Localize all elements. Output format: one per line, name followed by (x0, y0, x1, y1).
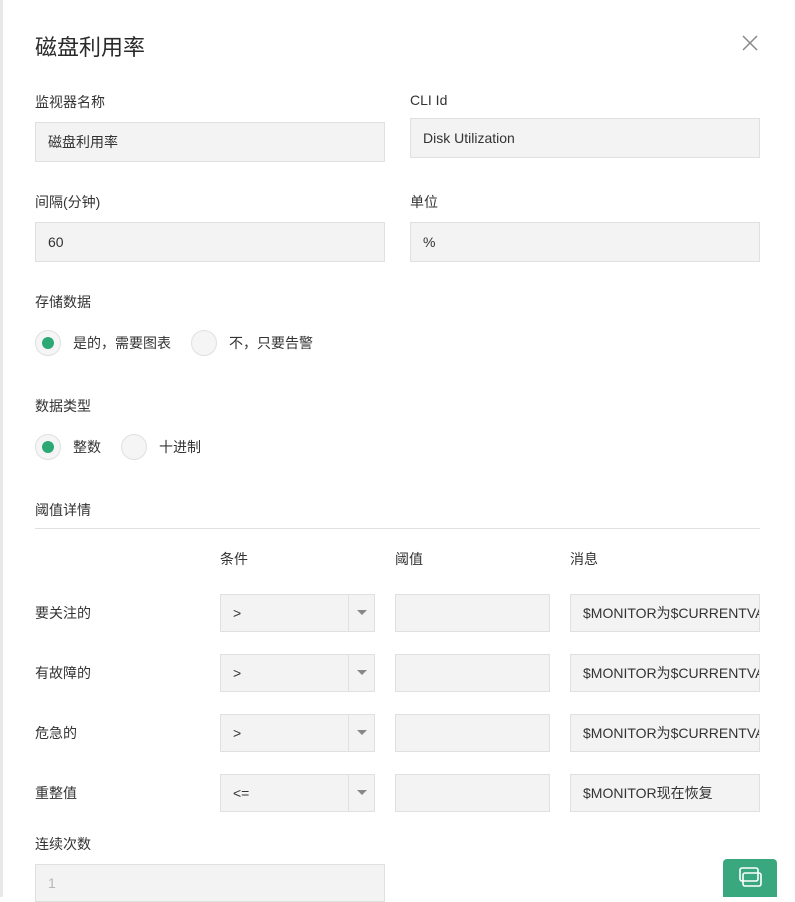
monitor-name-label: 监视器名称 (35, 92, 385, 112)
radio-icon (191, 330, 217, 356)
unit-label: 单位 (410, 192, 760, 212)
close-button[interactable] (740, 33, 760, 53)
threshold-header-message: 消息 (570, 551, 598, 567)
store-data-no-label: 不，只要告警 (229, 333, 313, 353)
consecutive-label: 连续次数 (35, 834, 760, 854)
chevron-down-icon (348, 655, 374, 691)
threshold-rearm-message-input[interactable]: $MONITOR现在恢复 (570, 774, 760, 812)
threshold-rearm-label: 重整值 (35, 783, 220, 803)
store-data-label: 存储数据 (35, 292, 760, 312)
chevron-down-icon (348, 595, 374, 631)
data-type-option-integer[interactable]: 整数 (35, 434, 101, 460)
row-interval-unit: 间隔(分钟) 60 单位 % (35, 192, 760, 262)
threshold-row-critical: 危急的 > $MONITOR为$CURRENTVALUE (35, 714, 760, 752)
cli-id-value: Disk Utilization (423, 130, 515, 146)
radio-icon (35, 330, 61, 356)
chevron-down-icon (348, 715, 374, 751)
radio-icon (35, 434, 61, 460)
select-value: > (221, 665, 348, 681)
store-data-radio-group: 是的，需要图表 不，只要告警 (35, 330, 760, 356)
select-value: > (221, 605, 348, 621)
threshold-trouble-label: 有故障的 (35, 663, 220, 683)
threshold-critical-value-input[interactable] (395, 714, 550, 752)
threshold-critical-message-input[interactable]: $MONITOR为$CURRENTVALUE (570, 714, 760, 752)
threshold-header-condition: 条件 (220, 551, 248, 567)
modal-header: 磁盘利用率 (35, 30, 760, 62)
chevron-down-icon (348, 775, 374, 811)
monitor-name-value: 磁盘利用率 (48, 132, 118, 152)
chat-icon (737, 867, 763, 889)
interval-label: 间隔(分钟) (35, 192, 385, 212)
modal-container: 磁盘利用率 监视器名称 磁盘利用率 CLI Id Disk Utilizatio… (0, 0, 795, 897)
store-data-yes-label: 是的，需要图表 (73, 333, 171, 353)
threshold-trouble-value-input[interactable] (395, 654, 550, 692)
data-type-label: 数据类型 (35, 396, 760, 416)
monitor-name-input[interactable]: 磁盘利用率 (35, 122, 385, 162)
chat-widget-button[interactable] (723, 859, 777, 897)
data-type-option-decimal[interactable]: 十进制 (121, 434, 201, 460)
cli-id-input[interactable]: Disk Utilization (410, 118, 760, 158)
threshold-header-row: 条件 阈值 消息 (35, 549, 760, 569)
radio-icon (121, 434, 147, 460)
threshold-critical-condition-select[interactable]: > (220, 714, 375, 752)
store-data-option-yes[interactable]: 是的，需要图表 (35, 330, 171, 356)
threshold-title: 阈值详情 (35, 500, 760, 529)
col-interval: 间隔(分钟) 60 (35, 192, 385, 262)
data-type-integer-label: 整数 (73, 437, 101, 457)
msg-text: $MONITOR现在恢复 (583, 783, 713, 803)
msg-text: $MONITOR为$CURRENTVALUE (583, 663, 760, 683)
threshold-section: 阈值详情 条件 阈值 消息 要关注的 > $MONITOR为$CURRENTVA… (35, 500, 760, 902)
store-data-option-no[interactable]: 不，只要告警 (191, 330, 313, 356)
select-value: <= (221, 785, 348, 801)
row-name-cli: 监视器名称 磁盘利用率 CLI Id Disk Utilization (35, 92, 760, 162)
threshold-critical-label: 危急的 (35, 723, 220, 743)
threshold-row-attention: 要关注的 > $MONITOR为$CURRENTVALUE (35, 594, 760, 632)
threshold-row-rearm: 重整值 <= $MONITOR现在恢复 (35, 774, 760, 812)
msg-text: $MONITOR为$CURRENTVALUE (583, 603, 760, 623)
col-cli-id: CLI Id Disk Utilization (410, 92, 760, 162)
threshold-attention-condition-select[interactable]: > (220, 594, 375, 632)
unit-value: % (423, 234, 435, 250)
consecutive-input[interactable]: 1 (35, 864, 385, 902)
threshold-row-trouble: 有故障的 > $MONITOR为$CURRENTVALUE (35, 654, 760, 692)
threshold-attention-value-input[interactable] (395, 594, 550, 632)
interval-value: 60 (48, 234, 64, 250)
data-type-radio-group: 整数 十进制 (35, 434, 760, 460)
close-icon (741, 34, 759, 52)
msg-text: $MONITOR为$CURRENTVALUE (583, 723, 760, 743)
consecutive-value: 1 (48, 875, 56, 891)
threshold-attention-label: 要关注的 (35, 603, 220, 623)
modal-title: 磁盘利用率 (35, 30, 145, 62)
threshold-rearm-value-input[interactable] (395, 774, 550, 812)
col-unit: 单位 % (410, 192, 760, 262)
data-type-decimal-label: 十进制 (159, 437, 201, 457)
unit-input[interactable]: % (410, 222, 760, 262)
threshold-attention-message-input[interactable]: $MONITOR为$CURRENTVALUE (570, 594, 760, 632)
cli-id-label: CLI Id (410, 92, 760, 108)
threshold-trouble-message-input[interactable]: $MONITOR为$CURRENTVALUE (570, 654, 760, 692)
threshold-header-value: 阈值 (395, 551, 423, 567)
select-value: > (221, 725, 348, 741)
threshold-rearm-condition-select[interactable]: <= (220, 774, 375, 812)
threshold-trouble-condition-select[interactable]: > (220, 654, 375, 692)
col-monitor-name: 监视器名称 磁盘利用率 (35, 92, 385, 162)
interval-input[interactable]: 60 (35, 222, 385, 262)
